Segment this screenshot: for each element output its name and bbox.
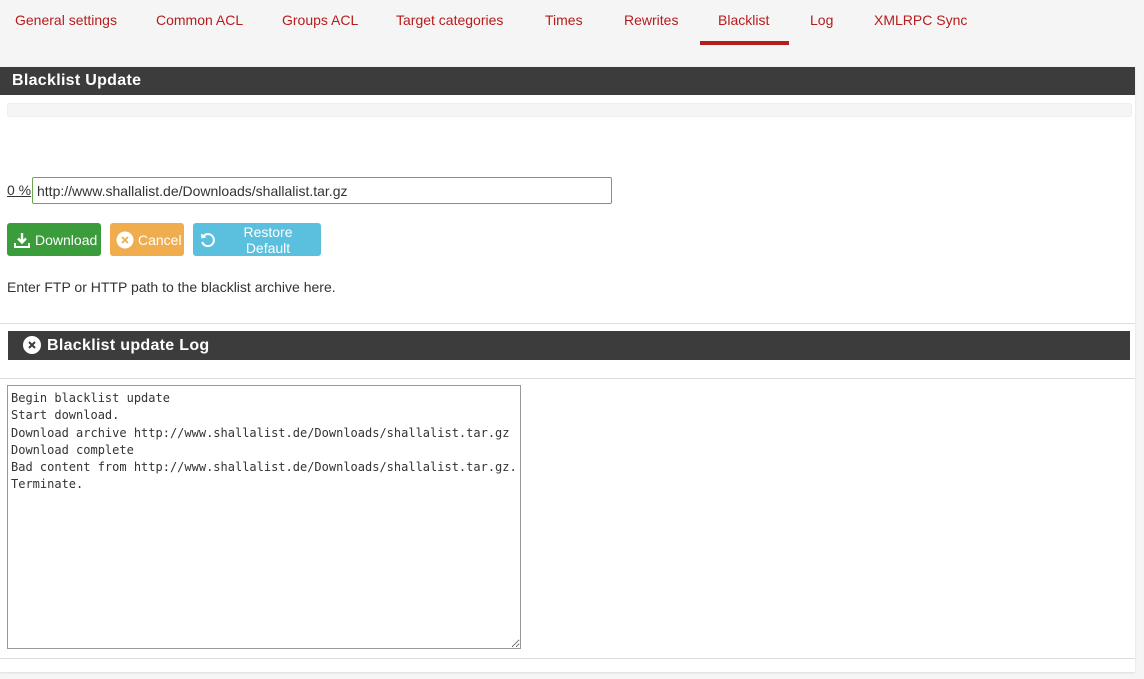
blacklist-url-input[interactable] bbox=[32, 177, 612, 204]
log-panel-heading: Blacklist update Log bbox=[8, 331, 1130, 360]
divider bbox=[0, 378, 1135, 379]
undo-icon bbox=[199, 231, 217, 249]
divider bbox=[0, 658, 1135, 659]
tab-times[interactable]: Times bbox=[545, 12, 583, 28]
tab-rewrites[interactable]: Rewrites bbox=[624, 12, 678, 28]
divider bbox=[0, 323, 1135, 324]
download-button[interactable]: Download bbox=[7, 223, 101, 256]
tab-general-settings[interactable]: General settings bbox=[15, 12, 117, 28]
close-circle-icon[interactable] bbox=[23, 336, 41, 354]
tab-xmlrpc-sync[interactable]: XMLRPC Sync bbox=[874, 12, 967, 28]
panel-title: Blacklist Update bbox=[12, 72, 142, 89]
help-text: Enter FTP or HTTP path to the blacklist … bbox=[7, 279, 336, 295]
blacklist-update-panel: Blacklist Update 0 % Download Cancel bbox=[0, 67, 1135, 672]
cancel-button[interactable]: Cancel bbox=[110, 223, 184, 256]
download-label: Download bbox=[35, 231, 98, 248]
tab-blacklist[interactable]: Blacklist bbox=[718, 12, 769, 28]
tab-groups-acl[interactable]: Groups ACL bbox=[282, 12, 358, 28]
tab-target-categories[interactable]: Target categories bbox=[396, 12, 503, 28]
cancel-circle-icon bbox=[116, 231, 134, 249]
cancel-label: Cancel bbox=[138, 231, 182, 248]
log-panel-title: Blacklist update Log bbox=[47, 337, 210, 354]
restore-default-button[interactable]: Restore Default bbox=[193, 223, 321, 256]
active-tab-indicator bbox=[700, 41, 789, 45]
tab-log[interactable]: Log bbox=[810, 12, 833, 28]
update-log-textarea[interactable]: Begin blacklist update Start download. D… bbox=[7, 385, 521, 649]
restore-label: Restore Default bbox=[243, 223, 293, 256]
download-progress-bar bbox=[7, 103, 1132, 117]
panel-heading: Blacklist Update bbox=[0, 67, 1135, 95]
download-icon bbox=[13, 231, 31, 249]
tab-common-acl[interactable]: Common ACL bbox=[156, 12, 243, 28]
tab-bar: General settings Common ACL Groups ACL T… bbox=[0, 0, 1144, 46]
progress-percent: 0 % bbox=[7, 182, 32, 198]
